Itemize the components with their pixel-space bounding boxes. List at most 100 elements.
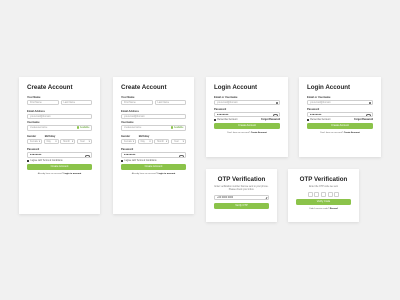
login-button[interactable]: Create Account: [214, 123, 280, 130]
eye-icon[interactable]: [179, 154, 184, 157]
login-link[interactable]: Login to account: [158, 173, 176, 175]
username-label: Username: [27, 121, 40, 125]
day-select[interactable]: Day ▾: [137, 138, 153, 145]
username-available-status: Available: [170, 126, 184, 129]
phone-input[interactable]: +00 0000 0000: [214, 195, 269, 201]
otp-digit-input[interactable]: [307, 192, 313, 197]
available-dot-icon: [170, 126, 174, 129]
create-account-button[interactable]: Create Account: [27, 164, 92, 171]
terms-checkbox-row[interactable]: I agree with Terms & Conditions: [27, 159, 92, 163]
password-input[interactable]: ●●●●●●●●: [214, 111, 280, 117]
email-label: Email or Username: [307, 96, 331, 99]
chevron-down-icon: ▾: [88, 139, 90, 143]
create-account-link[interactable]: Create Account: [344, 132, 360, 134]
password-label: Password: [214, 107, 227, 111]
remember-checkbox[interactable]: Remember Account: [214, 119, 237, 122]
create-account-button[interactable]: Create Account: [121, 164, 186, 171]
otp-digit-input[interactable]: [334, 192, 340, 197]
edit-icon[interactable]: [265, 197, 268, 200]
create-account-card-1: Create Account Your Name First Name Last…: [19, 77, 100, 214]
chevron-down-icon: ▾: [149, 139, 151, 143]
password-label: Password: [27, 148, 40, 152]
name-label: Your Name: [27, 96, 41, 99]
verify-otp-button[interactable]: Verify OTP: [214, 202, 269, 209]
card-title: Login Account: [214, 84, 258, 91]
signup-link-row: Don't have an account? Create Account: [227, 132, 267, 135]
login-button[interactable]: Create Account: [307, 123, 373, 130]
terms-text: I agree with Terms & Conditions: [124, 159, 157, 162]
year-select[interactable]: Year ▾: [170, 138, 186, 145]
last-name-input[interactable]: Last Name: [154, 100, 186, 106]
password-value: ●●●●●●●●: [30, 153, 42, 157]
email-input[interactable]: youremail@domain: [27, 113, 92, 119]
password-input[interactable]: ●●●●●●●●: [27, 152, 92, 158]
password-input[interactable]: ●●●●●●●●: [121, 152, 186, 158]
create-account-card-2: Create Account Your Name First Name Last…: [113, 77, 194, 214]
username-input[interactable]: createusername Available: [27, 125, 92, 131]
checkbox-icon[interactable]: [121, 159, 124, 163]
create-account-link[interactable]: Create Account: [251, 132, 267, 134]
remember-row: Remember Account Forgot Password: [214, 119, 280, 122]
day-select[interactable]: Day ▾: [43, 138, 59, 145]
forgot-password-link[interactable]: Forgot Password: [261, 119, 280, 121]
gender-select[interactable]: Female ▾: [27, 138, 43, 145]
eye-icon[interactable]: [85, 154, 90, 157]
email-placeholder: youremail@domain: [30, 114, 51, 118]
username-label: Username: [121, 121, 134, 125]
terms-checkbox-row[interactable]: I agree with Terms & Conditions: [121, 159, 186, 163]
checkbox-icon[interactable]: [307, 119, 310, 122]
forgot-password-link[interactable]: Forgot Password: [354, 119, 373, 121]
card-title: Create Account: [27, 84, 73, 91]
card-title: Create Account: [121, 84, 167, 91]
login-link-row: Already have an account? Login to accoun…: [37, 173, 82, 176]
email-input[interactable]: youremail@domain: [214, 100, 280, 106]
otp-digit-input[interactable]: [321, 192, 326, 197]
resend-row: Didn't receive code? Resend: [309, 208, 338, 210]
gender-select[interactable]: Female ▾: [121, 138, 137, 145]
email-placeholder: youremail@domain: [217, 101, 238, 104]
login-link[interactable]: Login to account: [64, 173, 82, 175]
password-input[interactable]: ●●●●●●●●: [307, 111, 373, 117]
email-input[interactable]: youremail@domain: [307, 100, 373, 106]
available-dot-icon: [76, 126, 80, 129]
password-value: ●●●●●●●●: [124, 153, 136, 157]
card-title: OTP Verification: [217, 176, 266, 183]
month-select[interactable]: Month ▾: [154, 138, 170, 145]
name-label: Your Name: [121, 96, 135, 99]
checkbox-icon[interactable]: [27, 159, 30, 163]
signup-link-row: Don't have an account? Create Account: [320, 132, 360, 135]
otp-digit-input[interactable]: [327, 192, 333, 197]
chevron-down-icon: ▾: [165, 139, 168, 143]
eye-icon[interactable]: [366, 114, 371, 116]
chevron-down-icon: ▾: [55, 139, 57, 143]
year-select[interactable]: Year ▾: [76, 138, 92, 145]
password-value: ●●●●●●●●: [217, 112, 229, 116]
username-input[interactable]: createusername Available: [121, 125, 186, 131]
month-select[interactable]: Month ▾: [60, 138, 76, 145]
eye-icon[interactable]: [273, 114, 278, 116]
phone-value: +00 0000 0000: [217, 196, 234, 199]
gender-label: Gender: [27, 134, 37, 138]
user-icon: [368, 102, 371, 104]
verify-code-button[interactable]: Verify Code: [296, 199, 351, 205]
password-label: Password: [307, 107, 320, 111]
last-name-input[interactable]: Last Name: [60, 100, 92, 106]
remember-row: Remember Account Forgot Password: [307, 119, 373, 122]
checkbox-icon[interactable]: [214, 119, 217, 122]
chevron-down-icon: ▾: [38, 139, 40, 143]
login-card-1: Login Account Email or Username youremai…: [206, 77, 288, 157]
email-placeholder: youremail@domain: [310, 101, 331, 104]
chevron-down-icon: ▾: [71, 139, 74, 143]
email-input[interactable]: youremail@domain: [121, 113, 186, 119]
user-icon: [275, 102, 278, 104]
login-link-row: Already have an account? Login to accoun…: [131, 173, 176, 176]
card-title: OTP Verification: [299, 176, 348, 183]
chevron-down-icon: ▾: [182, 139, 184, 143]
first-name-input[interactable]: First Name: [27, 100, 59, 106]
chevron-down-icon: ▾: [132, 139, 134, 143]
first-name-input[interactable]: First Name: [121, 100, 153, 106]
otp-digit-input[interactable]: [314, 192, 320, 197]
resend-link[interactable]: Resend: [330, 208, 338, 210]
password-value: ●●●●●●●●: [310, 112, 322, 116]
remember-checkbox[interactable]: Remember Account: [307, 119, 330, 122]
